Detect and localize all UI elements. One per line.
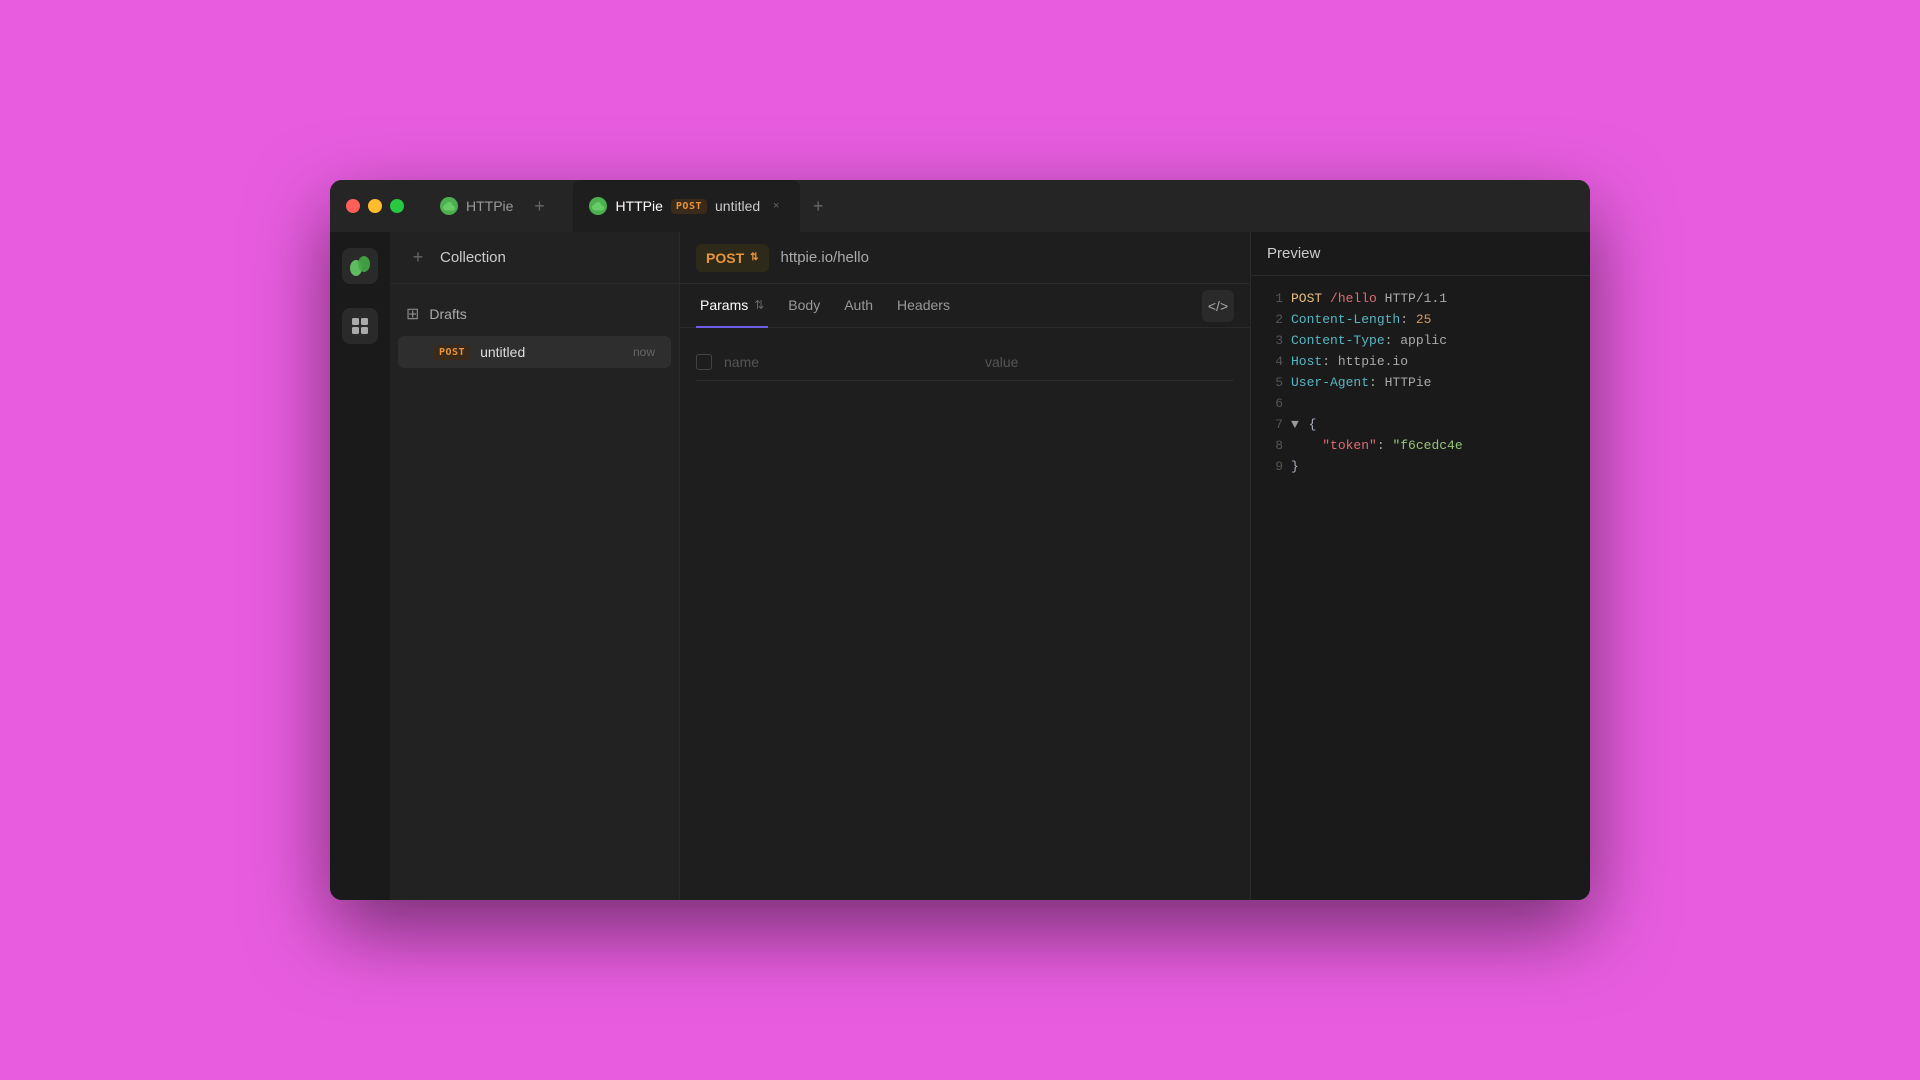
collections-title: Collection bbox=[440, 249, 506, 266]
preview-line-1: 1 POST /hello HTTP/1.1 bbox=[1251, 288, 1590, 309]
line-content-9: } bbox=[1291, 459, 1299, 474]
drafts-section: ⊞ Drafts POST untitled now bbox=[390, 284, 679, 384]
drafts-icon: ⊞ bbox=[406, 304, 419, 324]
close-button[interactable] bbox=[346, 199, 360, 213]
preview-line-4: 4 Host: httpie.io bbox=[1251, 351, 1590, 372]
tab-body[interactable]: Body bbox=[784, 284, 824, 328]
preview-line-9: 9 } bbox=[1251, 456, 1590, 477]
line-content-3: Content-Type: applic bbox=[1291, 333, 1447, 348]
minimize-button[interactable] bbox=[368, 199, 382, 213]
traffic-lights bbox=[346, 199, 404, 213]
add-collection-button[interactable]: + bbox=[406, 246, 430, 270]
app-window: HTTPie + HTTPie POST untitled × + bbox=[330, 180, 1590, 900]
line-content-7: ▼ { bbox=[1291, 417, 1316, 432]
param-checkbox[interactable] bbox=[696, 354, 712, 370]
tab-body-label: Body bbox=[788, 297, 820, 313]
tab-auth-label: Auth bbox=[844, 297, 873, 313]
sidebar-icons bbox=[330, 232, 390, 900]
tab-httpie-2[interactable]: HTTPie POST untitled × bbox=[573, 180, 800, 232]
url-input[interactable] bbox=[781, 249, 1234, 266]
line-content-2: Content-Length: 25 bbox=[1291, 312, 1431, 327]
line-num-1: 1 bbox=[1263, 291, 1283, 306]
preview-line-2: 2 Content-Length: 25 bbox=[1251, 309, 1590, 330]
cloud-icon-2 bbox=[589, 197, 607, 215]
line-content-1: POST /hello HTTP/1.1 bbox=[1291, 291, 1447, 306]
drafts-header: ⊞ Drafts bbox=[390, 296, 679, 332]
tab-auth[interactable]: Auth bbox=[840, 284, 877, 328]
preview-line-5: 5 User-Agent: HTTPie bbox=[1251, 372, 1590, 393]
request-name: untitled bbox=[480, 344, 623, 360]
collections-nav-icon[interactable] bbox=[342, 308, 378, 344]
param-row: name value bbox=[696, 344, 1234, 381]
titlebar: HTTPie + HTTPie POST untitled × + bbox=[330, 180, 1590, 232]
request-time: now bbox=[633, 345, 655, 359]
line-num-7: 7 bbox=[1263, 417, 1283, 432]
line-content-4: Host: httpie.io bbox=[1291, 354, 1408, 369]
drafts-label: Drafts bbox=[429, 306, 466, 322]
tab-request-name: untitled bbox=[715, 198, 760, 214]
main-content: + Collection ⊞ Drafts POST untitled now bbox=[330, 232, 1590, 900]
line-num-4: 4 bbox=[1263, 354, 1283, 369]
new-tab-button[interactable]: + bbox=[804, 192, 832, 220]
line-content-5: User-Agent: HTTPie bbox=[1291, 375, 1431, 390]
line-num-9: 9 bbox=[1263, 459, 1283, 474]
collections-panel: + Collection ⊞ Drafts POST untitled now bbox=[390, 232, 680, 900]
preview-title: Preview bbox=[1267, 245, 1320, 262]
maximize-button[interactable] bbox=[390, 199, 404, 213]
tab-method-badge: POST bbox=[671, 199, 707, 214]
tab-add-1[interactable]: + bbox=[525, 192, 553, 220]
httpie-logo-icon bbox=[342, 248, 378, 284]
tab-label-2: HTTPie bbox=[615, 198, 662, 214]
preview-panel: Preview 1 POST /hello HTTP/1.1 2 bbox=[1250, 232, 1590, 900]
tab-headers[interactable]: Headers bbox=[893, 284, 954, 328]
line-content-8: "token": "f6cedc4e bbox=[1291, 438, 1463, 453]
preview-header: Preview bbox=[1251, 232, 1590, 276]
preview-line-8: 8 "token": "f6cedc4e bbox=[1251, 435, 1590, 456]
preview-line-3: 3 Content-Type: applic bbox=[1251, 330, 1590, 351]
params-area: name value bbox=[680, 328, 1250, 900]
tab-label-1: HTTPie bbox=[466, 198, 513, 214]
tab-params-label: Params bbox=[700, 297, 748, 313]
cloud-icon-1 bbox=[440, 197, 458, 215]
desktop: HTTPie + HTTPie POST untitled × + bbox=[0, 0, 1920, 1080]
tab-httpie-1[interactable]: HTTPie + bbox=[424, 180, 573, 232]
url-bar: POST ⇅ bbox=[680, 232, 1250, 284]
request-panel: POST ⇅ Params ⇅ Body Auth bbox=[680, 232, 1250, 900]
preview-content: 1 POST /hello HTTP/1.1 2 Content-Length:… bbox=[1251, 276, 1590, 900]
request-tabs: Params ⇅ Body Auth Headers </> bbox=[680, 284, 1250, 328]
collections-header: + Collection bbox=[390, 232, 679, 284]
sort-icon: ⇅ bbox=[754, 298, 764, 312]
param-name-placeholder[interactable]: name bbox=[724, 354, 973, 370]
line-num-8: 8 bbox=[1263, 438, 1283, 453]
code-view-button[interactable]: </> bbox=[1202, 290, 1234, 322]
line-num-6: 6 bbox=[1263, 396, 1283, 411]
request-item[interactable]: POST untitled now bbox=[398, 336, 671, 368]
param-value-placeholder[interactable]: value bbox=[985, 354, 1234, 370]
line-num-5: 5 bbox=[1263, 375, 1283, 390]
tab-close-button[interactable]: × bbox=[768, 198, 784, 214]
preview-line-6: 6 bbox=[1251, 393, 1590, 414]
code-icon: </> bbox=[1208, 298, 1228, 314]
preview-line-7: 7 ▼ { bbox=[1251, 414, 1590, 435]
tab-headers-label: Headers bbox=[897, 297, 950, 313]
request-method-badge: POST bbox=[434, 345, 470, 360]
method-selector[interactable]: POST ⇅ bbox=[696, 244, 769, 272]
method-chevron-icon: ⇅ bbox=[750, 252, 758, 263]
line-num-2: 2 bbox=[1263, 312, 1283, 327]
tab-params[interactable]: Params ⇅ bbox=[696, 284, 768, 328]
method-label: POST bbox=[706, 250, 744, 266]
line-num-3: 3 bbox=[1263, 333, 1283, 348]
